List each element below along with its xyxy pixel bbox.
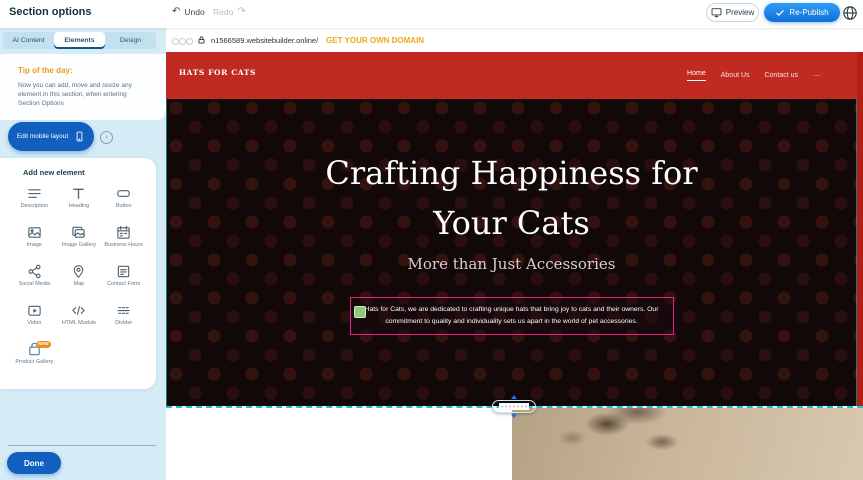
top-toolbar: Section options ↶ Undo Redo ↷ Preview Re… bbox=[0, 0, 863, 28]
site-header: HATS FOR CATS Home About Us Contact us ·… bbox=[166, 52, 863, 99]
tip-body: Now you can add, move and resize any ele… bbox=[18, 81, 148, 108]
check-icon bbox=[775, 8, 785, 18]
element-contact-form[interactable]: Contact Form bbox=[101, 262, 146, 298]
video-icon bbox=[27, 301, 42, 318]
social-media-icon bbox=[27, 262, 42, 279]
info-icon[interactable]: i bbox=[100, 131, 113, 144]
nav-home[interactable]: Home bbox=[687, 70, 706, 81]
undo-button[interactable]: ↶ Undo bbox=[172, 7, 205, 17]
preview-scrollbar[interactable] bbox=[857, 52, 863, 406]
element-description[interactable]: Description bbox=[12, 184, 57, 220]
phone-icon bbox=[74, 130, 85, 143]
edit-mobile-layout-button[interactable]: Edit mobile layout bbox=[8, 122, 94, 151]
redo-icon: ↷ bbox=[237, 7, 245, 17]
tip-of-the-day: Tip of the day: Now you can add, move an… bbox=[0, 54, 166, 120]
element-map[interactable]: Map bbox=[57, 262, 102, 298]
element-divider[interactable]: Divider bbox=[101, 301, 146, 337]
browser-address-bar: n1566589.websitebuilder.online/ GET YOUR… bbox=[166, 28, 863, 53]
image-icon bbox=[27, 223, 42, 240]
new-badge: NEW bbox=[36, 341, 51, 348]
tab-elements[interactable]: Elements bbox=[54, 32, 105, 49]
hero-section[interactable]: Crafting Happiness for Your Cats More th… bbox=[166, 99, 857, 406]
hero-paragraph-box[interactable]: Hats for Cats, we are dedicated to craft… bbox=[350, 297, 674, 335]
element-button[interactable]: Button bbox=[101, 184, 146, 220]
contact-form-icon bbox=[116, 262, 131, 279]
add-panel-title: Add new element bbox=[23, 168, 85, 177]
heading-icon bbox=[71, 184, 86, 201]
undo-label: Undo bbox=[184, 7, 204, 17]
site-nav: Home About Us Contact us ··· bbox=[687, 52, 821, 99]
add-new-element-panel: Add new element Description Heading bbox=[0, 158, 156, 389]
window-dot-2 bbox=[179, 38, 186, 45]
get-own-domain-link[interactable]: GET YOUR OWN DOMAIN bbox=[326, 36, 424, 45]
nav-more-button[interactable]: ··· bbox=[813, 71, 821, 80]
site-logo[interactable]: HATS FOR CATS bbox=[179, 68, 256, 77]
divider-icon bbox=[116, 301, 131, 318]
undo-icon: ↶ bbox=[172, 7, 180, 17]
sidebar-tabs: AI Content Elements Design bbox=[3, 32, 156, 49]
site-preview-canvas: HATS FOR CATS Home About Us Contact us ·… bbox=[166, 52, 863, 480]
preview-label: Preview bbox=[726, 8, 754, 17]
element-grid: Description Heading Button bbox=[12, 184, 146, 376]
hero-headline[interactable]: Crafting Happiness for Your Cats bbox=[322, 149, 702, 248]
map-icon bbox=[71, 262, 86, 279]
app-root: Section options ↶ Undo Redo ↷ Preview Re… bbox=[0, 0, 863, 480]
element-product-gallery[interactable]: NEW Product Gallery bbox=[12, 340, 57, 376]
next-section-image[interactable] bbox=[512, 408, 863, 480]
element-drag-handle[interactable] bbox=[354, 306, 366, 318]
sidebar: AI Content Elements Design Tip of the da… bbox=[0, 28, 166, 480]
element-heading[interactable]: Heading bbox=[57, 184, 102, 220]
site-url: n1566589.websitebuilder.online/ bbox=[211, 36, 318, 45]
button-icon bbox=[116, 184, 131, 201]
done-button[interactable]: Done bbox=[7, 452, 61, 474]
element-video[interactable]: Video bbox=[12, 301, 57, 337]
element-image[interactable]: Image bbox=[12, 223, 57, 259]
html-module-icon bbox=[71, 301, 86, 318]
tab-design[interactable]: Design bbox=[105, 32, 156, 49]
hero-subtitle[interactable]: More than Just Accessories bbox=[167, 255, 856, 273]
redo-button[interactable]: Redo ↷ bbox=[213, 7, 246, 17]
element-image-gallery[interactable]: Image Gallery bbox=[57, 223, 102, 259]
republish-label: Re-Publish bbox=[789, 8, 828, 17]
redo-label: Redo bbox=[213, 7, 233, 17]
hero-paragraph: Hats for Cats, we are dedicated to craft… bbox=[363, 304, 661, 328]
nav-about-us[interactable]: About Us bbox=[721, 72, 750, 79]
element-html-module[interactable]: HTML Module bbox=[57, 301, 102, 337]
language-globe-button[interactable] bbox=[842, 5, 858, 21]
description-icon bbox=[27, 184, 42, 201]
tab-ai-content[interactable]: AI Content bbox=[3, 32, 54, 49]
nav-contact-us[interactable]: Contact us bbox=[765, 72, 798, 79]
tip-heading: Tip of the day: bbox=[18, 66, 73, 75]
image-gallery-icon bbox=[71, 223, 86, 240]
page-title: Section options bbox=[9, 6, 92, 18]
element-business-hours[interactable]: Business Hours bbox=[101, 223, 146, 259]
republish-button[interactable]: Re-Publish bbox=[764, 3, 840, 22]
element-social-media[interactable]: Social Media bbox=[12, 262, 57, 298]
sidebar-divider bbox=[8, 445, 156, 446]
next-section-background bbox=[166, 408, 512, 480]
edit-mobile-label: Edit mobile layout bbox=[17, 133, 68, 140]
business-hours-icon bbox=[116, 223, 131, 240]
monitor-icon bbox=[711, 7, 722, 18]
preview-button[interactable]: Preview bbox=[706, 3, 759, 22]
section-resize-handle[interactable] bbox=[492, 400, 536, 413]
lock-icon bbox=[197, 35, 206, 45]
window-dot-1 bbox=[172, 38, 179, 45]
window-dot-3 bbox=[186, 38, 193, 45]
